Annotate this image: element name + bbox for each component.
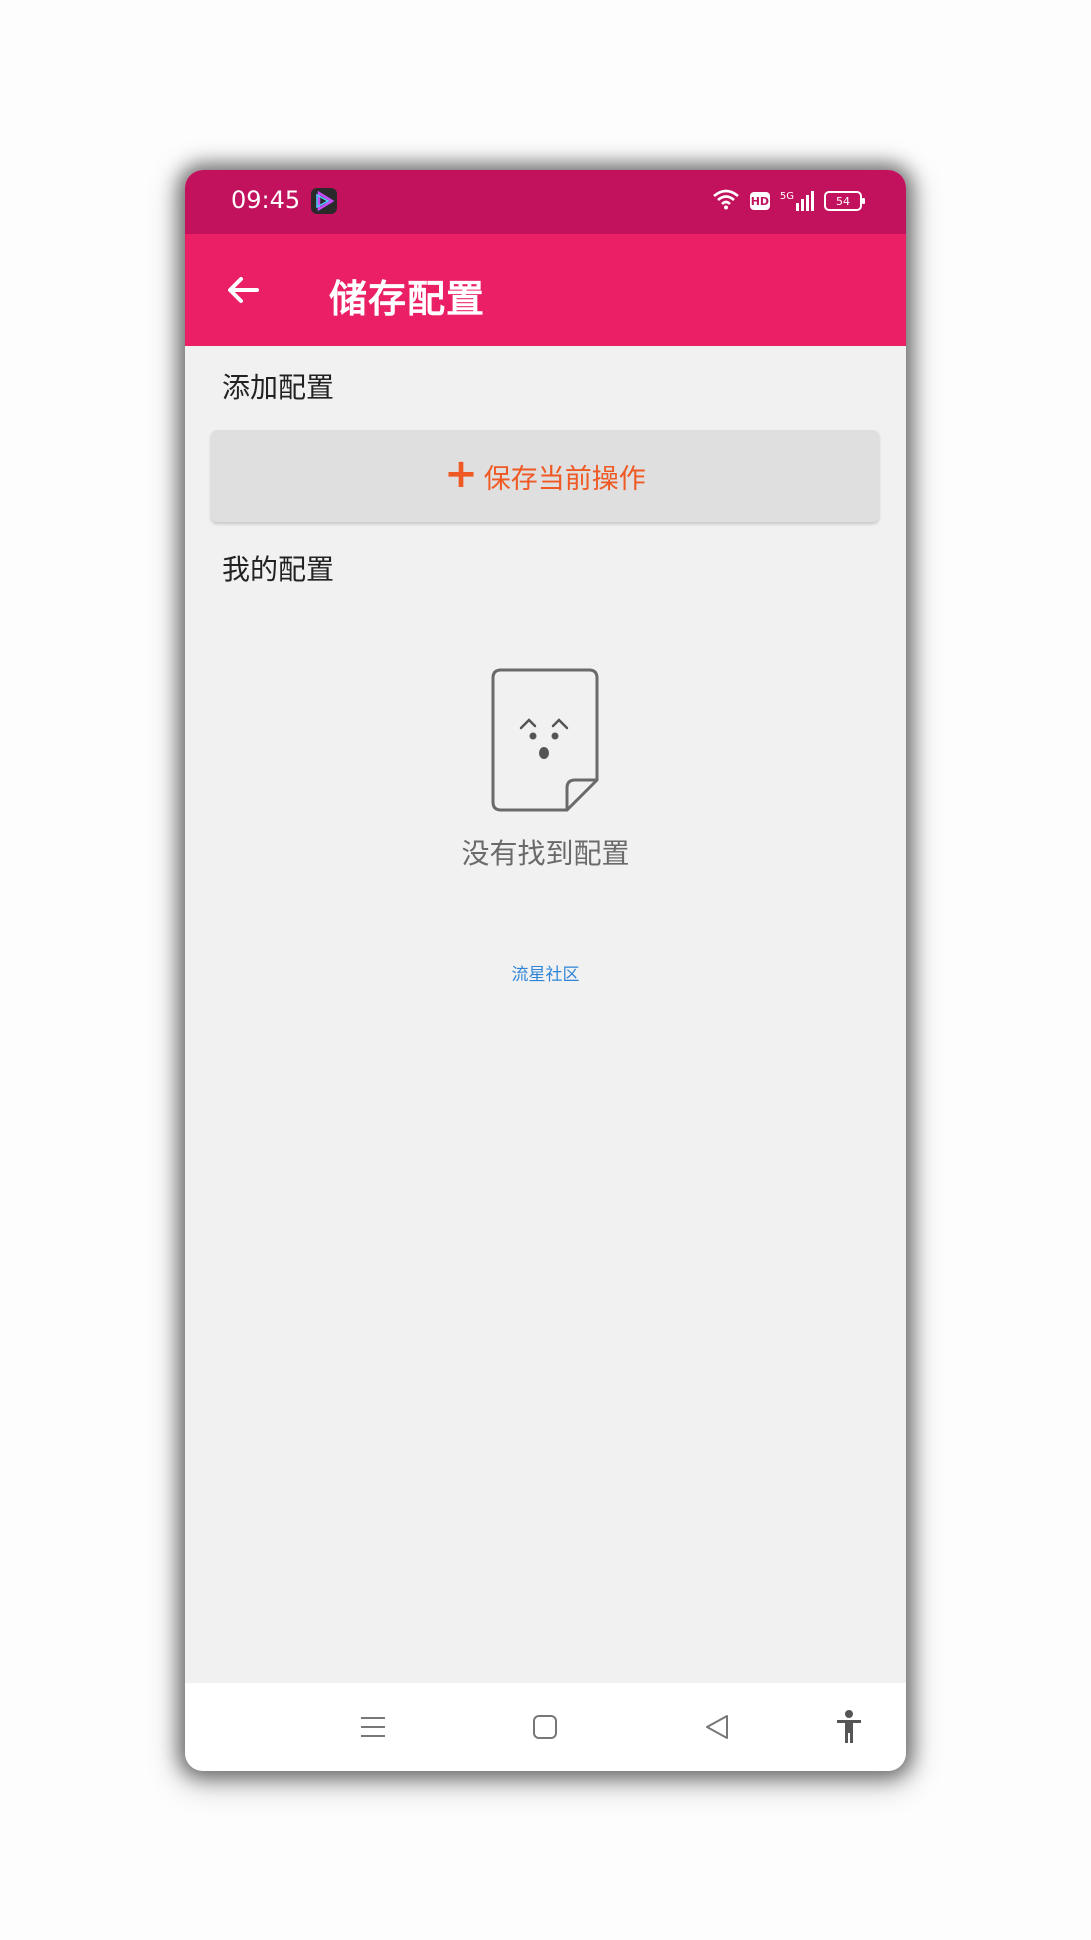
accessibility-button[interactable] <box>827 1705 871 1749</box>
app-notification-icon <box>311 188 337 214</box>
status-bar: 09:45 HD 5G 54 <box>185 170 906 234</box>
app-bar: 储存配置 <box>185 234 906 346</box>
battery-icon: 54 <box>824 191 865 211</box>
plus-icon: + <box>444 451 478 497</box>
hd-icon: HD <box>749 192 770 210</box>
menu-button[interactable] <box>351 1705 395 1749</box>
community-link[interactable]: 流星社区 <box>185 960 906 985</box>
signal-icon: 5G <box>780 191 814 211</box>
back-button[interactable] <box>215 262 271 318</box>
phone-screen: 09:45 HD 5G 54 储存配置 添加配置 + 保存当前操作 我的配置 没… <box>185 170 906 1771</box>
menu-icon <box>361 1717 385 1737</box>
back-icon <box>706 1715 728 1739</box>
save-current-operation-button[interactable]: + 保存当前操作 <box>211 430 879 522</box>
status-icons: HD 5G 54 <box>712 188 865 214</box>
save-button-label: 保存当前操作 <box>483 463 646 495</box>
back-nav-button[interactable] <box>695 1705 739 1749</box>
system-nav-bar <box>185 1683 906 1771</box>
empty-document-icon <box>491 666 601 816</box>
empty-state-text: 没有找到配置 <box>461 837 630 870</box>
status-time: 09:45 <box>231 186 301 214</box>
network-type: 5G <box>779 191 794 202</box>
home-icon <box>533 1715 557 1739</box>
add-config-header: 添加配置 <box>222 371 335 404</box>
wifi-icon <box>712 188 740 214</box>
my-config-header: 我的配置 <box>222 553 335 586</box>
page-title: 储存配置 <box>329 277 486 321</box>
home-button[interactable] <box>523 1705 567 1749</box>
arrow-left-icon <box>228 277 259 303</box>
accessibility-icon <box>837 1710 861 1743</box>
